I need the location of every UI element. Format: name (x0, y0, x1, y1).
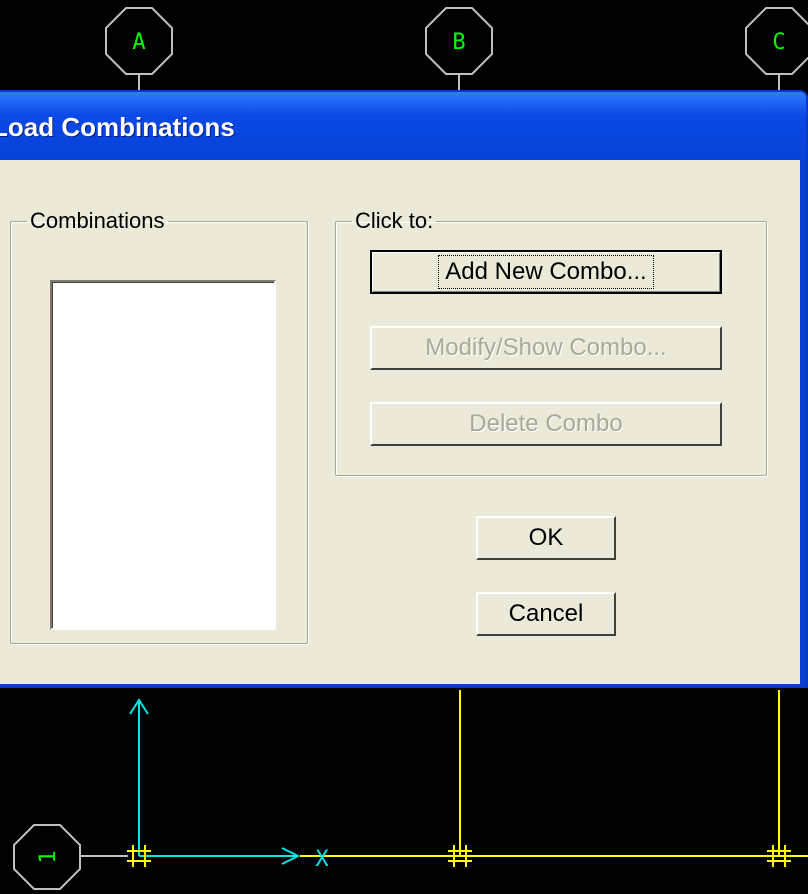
delete-combo-button-label: Delete Combo (469, 410, 623, 437)
modify-show-combo-button-label: Modify/Show Combo... (425, 334, 667, 361)
add-new-combo-button-label: Add New Combo... (438, 255, 654, 289)
grid-bubble-c-label: C (772, 30, 785, 55)
add-new-combo-button[interactable]: Add New Combo... (370, 250, 722, 294)
dialog-title-bar[interactable]: Load Combinations (0, 92, 806, 160)
combinations-group: Combinations (10, 210, 308, 644)
grid-bubble-a[interactable]: A (105, 7, 173, 75)
grid-bubble-b[interactable]: B (425, 7, 493, 75)
grid-bubble-c[interactable]: C (745, 7, 808, 75)
ok-button-label: OK (528, 524, 564, 551)
modify-show-combo-button[interactable]: Modify/Show Combo... (370, 326, 722, 370)
grid-bubble-b-label: B (452, 30, 465, 55)
grid-bubble-a-label: A (132, 30, 145, 55)
grid-bubble-1[interactable]: 1 (13, 824, 81, 890)
dialog-body: Combinations Click to: Add New Combo... … (0, 160, 800, 684)
cancel-button[interactable]: Cancel (476, 592, 616, 636)
combinations-group-label: Combinations (30, 208, 165, 233)
x-axis-label: X (315, 847, 329, 872)
delete-combo-button[interactable]: Delete Combo (370, 402, 722, 446)
ok-button[interactable]: OK (476, 516, 616, 560)
dialog-title: Load Combinations (0, 112, 235, 142)
click-to-group-label: Click to: (355, 208, 434, 233)
grid-bubble-1-label: 1 (36, 850, 61, 863)
combinations-list[interactable] (50, 280, 276, 630)
load-combinations-dialog: Load Combinations Combinations Click to:… (0, 90, 808, 688)
cancel-button-label: Cancel (508, 600, 584, 627)
